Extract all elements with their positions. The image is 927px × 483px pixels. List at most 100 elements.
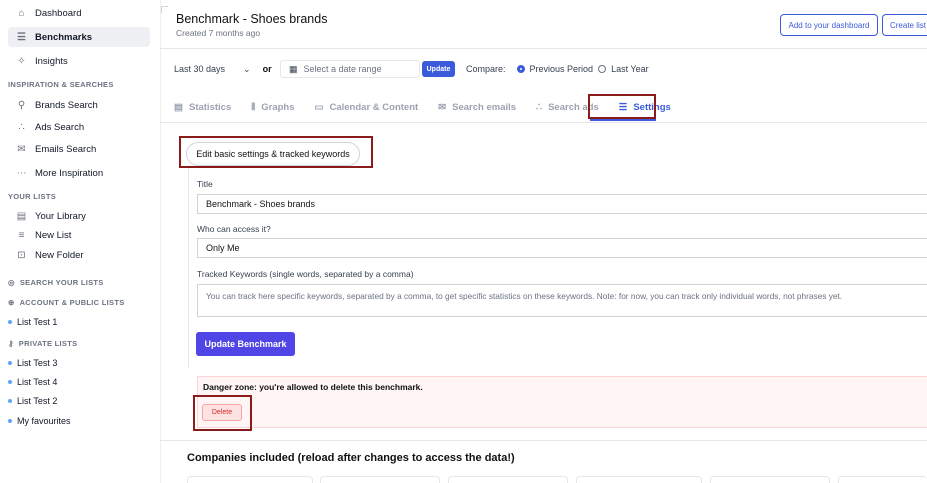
bullet-icon <box>8 361 12 365</box>
sidebar-item-label: Dashboard <box>35 7 82 19</box>
list-item[interactable]: List Test 3 <box>8 358 57 368</box>
divider <box>160 48 927 49</box>
tab-label: Search emails <box>452 101 517 113</box>
sidebar-item-new-folder[interactable]: ⊡ New Folder <box>8 245 150 265</box>
account-lists-label: ACCOUNT & PUBLIC LISTS <box>19 298 125 307</box>
add-to-dashboard-button[interactable]: Add to your dashboard <box>780 14 878 36</box>
list-label: List Test 4 <box>17 377 58 387</box>
dots-icon: ⋯ <box>16 167 27 179</box>
search-icon: ⚲ <box>17 99 26 111</box>
sidebar-item-your-library[interactable]: ▤ Your Library <box>8 206 150 226</box>
sidebar-item-emails-search[interactable]: ✉ Emails Search <box>8 139 150 159</box>
danger-zone-text: Danger zone: you're allowed to delete th… <box>203 382 423 392</box>
sidebar: ⌂ Dashboard ☰ Benchmarks ✧ Insights INSP… <box>0 0 161 483</box>
company-card[interactable] <box>448 476 568 483</box>
lists-header: YOUR LISTS <box>8 192 57 201</box>
compare-group: Compare: Previous Period Last Year <box>466 61 649 77</box>
sidebar-item-label: More Inspiration <box>35 167 104 179</box>
bar-chart-icon: ⫴ <box>251 101 256 113</box>
radio-last-year[interactable] <box>598 65 607 73</box>
private-lists-header: ⚷ PRIVATE LISTS <box>8 339 77 348</box>
company-card[interactable] <box>576 476 702 483</box>
radio-label: Previous Period <box>529 64 594 74</box>
highlight-box <box>179 136 373 168</box>
date-range-select[interactable]: Last 30 days ⌄ or <box>174 61 272 77</box>
tab-label: Calendar & Content <box>329 101 419 113</box>
tab-search-emails[interactable]: ✉ Search emails <box>438 102 516 113</box>
list-item[interactable]: List Test 4 <box>8 377 57 387</box>
bullet-icon <box>8 399 12 403</box>
keywords-textarea[interactable]: You can track here specific keywords, se… <box>197 284 927 317</box>
sidebar-item-label: Benchmarks <box>35 31 93 43</box>
divider <box>160 122 927 123</box>
list-label: List Test 1 <box>17 317 58 327</box>
company-card[interactable] <box>710 476 830 483</box>
list-label: List Test 2 <box>17 396 58 406</box>
search-lists-link[interactable]: ◎ SEARCH YOUR LISTS <box>8 278 104 287</box>
sidebar-item-benchmarks[interactable]: ☰ Benchmarks <box>8 27 150 47</box>
list-item[interactable]: List Test 1 <box>8 317 57 327</box>
page-title: Benchmark - Shoes brands <box>176 12 328 26</box>
search-lists-label: SEARCH YOUR LISTS <box>19 278 104 287</box>
tab-label: Statistics <box>188 101 232 113</box>
divider <box>160 440 927 441</box>
sidebar-item-label: Ads Search <box>35 121 85 133</box>
companies-heading: Companies included (reload after changes… <box>187 452 515 464</box>
active-tab-indicator <box>590 119 656 121</box>
company-card[interactable] <box>838 476 927 483</box>
company-card[interactable] <box>320 476 440 483</box>
radio-previous-period[interactable] <box>516 65 525 73</box>
sidebar-item-label: Insights <box>35 55 68 67</box>
update-button[interactable]: Update <box>422 61 455 77</box>
main-content: Benchmark - Shoes brands Created 7 month… <box>160 0 927 483</box>
sidebar-item-label: Brands Search <box>35 99 98 111</box>
search-circle-icon: ◎ <box>8 278 15 287</box>
bullet-icon <box>8 320 12 324</box>
private-lists-label: PRIVATE LISTS <box>18 339 78 348</box>
range-value: Last 30 days <box>174 64 226 74</box>
sidebar-item-new-list[interactable]: ≡ New List <box>8 225 150 245</box>
list-label: List Test 3 <box>17 358 58 368</box>
radio-label: Last Year <box>611 64 649 74</box>
bullet-icon <box>8 419 12 423</box>
highlight-box <box>588 94 656 119</box>
compare-label: Compare: <box>466 64 506 74</box>
list-item[interactable]: List Test 2 <box>8 396 57 406</box>
update-benchmark-button[interactable]: Update Benchmark <box>196 332 295 356</box>
create-list-button[interactable]: Create list <box>882 14 927 36</box>
access-select[interactable]: Only Me <box>197 238 927 258</box>
title-label: Title <box>197 179 213 189</box>
sidebar-item-label: New Folder <box>35 249 84 261</box>
folder-icon: ⊡ <box>17 249 26 261</box>
tab-label: Graphs <box>261 101 295 113</box>
sidebar-item-more-inspiration[interactable]: ⋯ More Inspiration <box>8 163 150 183</box>
access-label: Who can access it? <box>197 224 271 234</box>
sidebar-item-ads-search[interactable]: ∴ Ads Search <box>8 117 150 137</box>
list-item[interactable]: My favourites <box>8 416 71 426</box>
sidebar-item-brands-search[interactable]: ⚲ Brands Search <box>8 95 150 115</box>
tab-statistics[interactable]: ▤ Statistics <box>174 102 231 113</box>
account-lists-header: ⊕ ACCOUNT & PUBLIC LISTS <box>8 298 125 307</box>
envelope-icon: ✉ <box>17 143 26 155</box>
sparkle-icon: ✧ <box>17 55 26 67</box>
table-icon: ▤ <box>174 101 183 113</box>
highlight-box <box>193 395 252 431</box>
sidebar-item-insights[interactable]: ✧ Insights <box>8 51 150 71</box>
envelope-icon: ✉ <box>438 101 447 113</box>
sidebar-item-label: Your Library <box>35 210 86 222</box>
calendar-icon: ▦ <box>289 63 298 74</box>
date-placeholder: Select a date range <box>303 64 382 74</box>
tab-graphs[interactable]: ⫴ Graphs <box>251 102 294 113</box>
date-range-input[interactable]: ▦ Select a date range <box>280 60 420 78</box>
tab-calendar-content[interactable]: ▭ Calendar & Content <box>315 102 419 113</box>
ad-icon: ∴ <box>18 121 25 133</box>
library-icon: ▤ <box>16 210 27 222</box>
company-card[interactable] <box>187 476 313 483</box>
keywords-label: Tracked Keywords (single words, separate… <box>197 269 414 279</box>
page-subtitle: Created 7 months ago <box>176 28 261 38</box>
inspiration-header: INSPIRATION & SEARCHES <box>8 80 114 89</box>
sidebar-item-dashboard[interactable]: ⌂ Dashboard <box>8 3 150 23</box>
title-input[interactable]: Benchmark - Shoes brands <box>197 194 927 214</box>
calendar-icon: ▭ <box>314 101 324 113</box>
globe-icon: ⊕ <box>8 298 15 307</box>
